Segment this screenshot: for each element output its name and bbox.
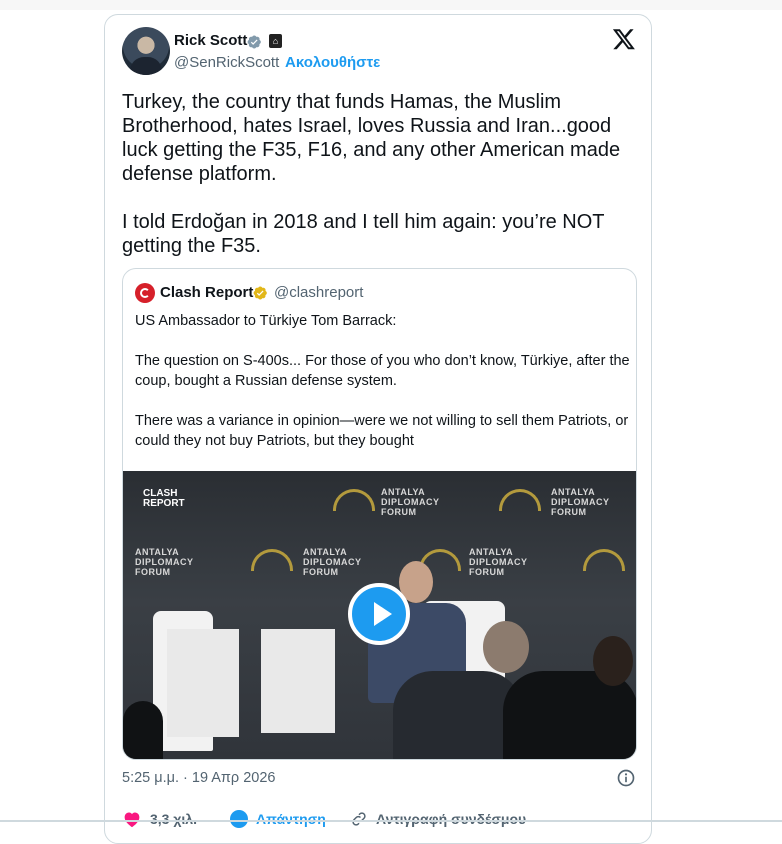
backdrop-line: FORUM	[303, 567, 339, 577]
stage-table	[261, 629, 335, 733]
watermark-line: REPORT	[143, 498, 185, 509]
audience-member	[123, 701, 163, 759]
info-icon[interactable]	[616, 768, 636, 788]
forum-backdrop-text: ANTALYA DIPLOMACY FORUM	[469, 547, 528, 577]
like-button[interactable]: 3,3 χιλ.	[122, 810, 197, 828]
quoted-tweet-text: US Ambassador to Türkiye Tom Barrack: Th…	[135, 313, 630, 449]
top-strip	[0, 0, 782, 10]
backdrop-line: FORUM	[135, 567, 171, 577]
tweet-timestamp[interactable]: 5:25 μ.μ. · 19 Απρ 2026	[122, 770, 275, 786]
audience-head	[593, 636, 633, 686]
x-logo-icon[interactable]	[612, 27, 636, 51]
backdrop-line: DIPLOMACY	[469, 557, 528, 567]
backdrop-line: ANTALYA	[551, 487, 596, 497]
follow-button[interactable]: Ακολουθήστε	[285, 54, 380, 71]
forum-backdrop-text: ANTALYA DIPLOMACY FORUM	[135, 547, 194, 577]
forum-logo-arch	[583, 549, 625, 571]
audience-head	[483, 621, 529, 673]
reply-button[interactable]: Απάντηση	[230, 810, 326, 828]
backdrop-line: ANTALYA	[135, 547, 180, 557]
heart-icon	[124, 812, 140, 828]
tweet-text: Turkey, the country that funds Hamas, th…	[122, 91, 621, 257]
clash-report-watermark: CLASH REPORT	[143, 489, 185, 509]
backdrop-line: ANTALYA	[381, 487, 426, 497]
copy-link-button[interactable]: Αντιγραφή συνδέσμου	[350, 810, 526, 828]
backdrop-line: FORUM	[551, 507, 587, 517]
author-avatar[interactable]	[122, 27, 170, 75]
backdrop-line: ANTALYA	[469, 547, 514, 557]
backdrop-line: DIPLOMACY	[381, 497, 440, 507]
backdrop-line: DIPLOMACY	[135, 557, 194, 567]
backdrop-line: DIPLOMACY	[303, 557, 362, 567]
video-play-button[interactable]	[348, 583, 410, 645]
government-label-icon: ⌂	[269, 34, 282, 48]
quoted-author-avatar	[135, 283, 155, 303]
reply-label: Απάντηση	[256, 811, 326, 827]
like-count: 3,3 χιλ.	[150, 811, 197, 827]
quoted-tweet[interactable]: Clash Report @clashreport US Ambassador …	[122, 268, 637, 760]
video-thumbnail[interactable]: CLASH REPORT ANTALYA DIPLOMACY FORUM ANT…	[123, 471, 636, 759]
quoted-author-handle: @clashreport	[274, 284, 364, 301]
embedded-tweet-card[interactable]: Rick Scott ⌂ @SenRickScott Ακολουθήστε T…	[104, 14, 652, 844]
forum-backdrop-text: ANTALYA DIPLOMACY FORUM	[303, 547, 362, 577]
backdrop-line: ANTALYA	[303, 547, 348, 557]
forum-logo-arch	[499, 489, 541, 511]
backdrop-line: FORUM	[469, 567, 505, 577]
verified-badge-icon	[247, 35, 261, 49]
forum-backdrop-text: ANTALYA DIPLOMACY FORUM	[381, 487, 440, 517]
forum-logo-arch	[333, 489, 375, 511]
reply-icon	[230, 810, 248, 828]
author-handle[interactable]: @SenRickScott	[174, 54, 279, 71]
backdrop-line: DIPLOMACY	[551, 497, 610, 507]
copy-link-label: Αντιγραφή συνδέσμου	[376, 811, 527, 827]
gold-verified-badge-icon	[253, 286, 267, 300]
tweet-actions: 3,3 χιλ. Απάντηση Αντιγραφή συνδέσμου	[122, 810, 637, 834]
quoted-author-name: Clash Report	[160, 284, 254, 301]
forum-logo-arch	[251, 549, 293, 571]
backdrop-line: FORUM	[381, 507, 417, 517]
avatar-figure	[130, 57, 162, 75]
stage-table	[167, 629, 239, 737]
forum-backdrop-text: ANTALYA DIPLOMACY FORUM	[551, 487, 610, 517]
link-icon	[352, 812, 366, 826]
author-name[interactable]: Rick Scott	[174, 32, 247, 49]
